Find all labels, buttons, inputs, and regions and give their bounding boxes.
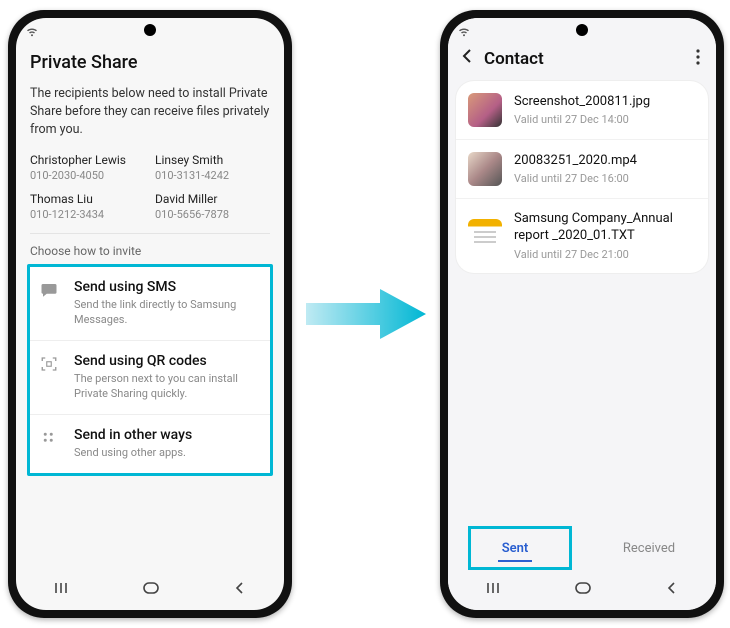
chat-icon — [40, 281, 62, 303]
file-row[interactable]: Screenshot_200811.jpg Valid until 27 Dec… — [456, 81, 708, 139]
recipient: David Miller 010-5656-7878 — [155, 192, 270, 221]
header-title: Contact — [484, 49, 690, 69]
front-camera-dot — [144, 24, 156, 36]
tab-received[interactable]: Received — [582, 529, 716, 568]
recipient-name: David Miller — [155, 192, 270, 206]
option-title: Send using SMS — [74, 279, 260, 295]
file-thumbnail — [468, 219, 502, 253]
recipient-number: 010-2030-4050 — [30, 169, 145, 182]
recipient-number: 010-3131-4242 — [155, 169, 270, 182]
recipient: Christopher Lewis 010-2030-4050 — [30, 153, 145, 182]
recipient-name: Thomas Liu — [30, 192, 145, 206]
page-title: Private Share — [30, 52, 270, 73]
nav-back-icon[interactable] — [233, 581, 247, 599]
phone-mockup-right: Contact Screenshot_200811.jpg Valid unti… — [440, 10, 724, 618]
page-description: The recipients below need to install Pri… — [30, 85, 270, 139]
arrow-icon — [306, 285, 426, 343]
tab-sent[interactable]: Sent — [448, 529, 582, 568]
wifi-icon — [458, 27, 470, 37]
recipient-name: Linsey Smith — [155, 153, 270, 167]
recipient: Linsey Smith 010-3131-4242 — [155, 153, 270, 182]
wifi-icon — [26, 27, 38, 37]
nav-home-icon[interactable] — [574, 581, 592, 599]
option-send-other[interactable]: Send in other ways Send using other apps… — [30, 414, 270, 473]
tabs: Sent Received — [448, 529, 716, 568]
option-sub: Send the link directly to Samsung Messag… — [74, 298, 260, 328]
file-row[interactable]: Samsung Company_Annual report _2020_01.T… — [456, 198, 708, 273]
option-send-qr[interactable]: Send using QR codes The person next to y… — [30, 340, 270, 414]
phone-mockup-left: Private Share The recipients below need … — [8, 10, 292, 618]
android-nav-bar — [16, 570, 284, 610]
nav-recents-icon[interactable] — [53, 581, 69, 599]
front-camera-dot — [576, 24, 588, 36]
back-icon[interactable] — [456, 48, 478, 69]
file-name: 20083251_2020.mp4 — [514, 153, 637, 170]
nav-recents-icon[interactable] — [485, 581, 501, 599]
file-card: Screenshot_200811.jpg Valid until 27 Dec… — [456, 81, 708, 273]
recipient-name: Christopher Lewis — [30, 153, 145, 167]
option-sub: Send using other apps. — [74, 446, 192, 461]
file-valid: Valid until 27 Dec 21:00 — [514, 248, 696, 261]
qr-icon — [40, 355, 62, 377]
choose-invite-label: Choose how to invite — [30, 244, 270, 258]
header: Contact — [448, 42, 716, 77]
file-valid: Valid until 27 Dec 16:00 — [514, 172, 637, 185]
divider — [30, 233, 270, 234]
apps-icon — [40, 429, 62, 451]
recipient-number: 010-1212-3434 — [30, 208, 145, 221]
android-nav-bar — [448, 570, 716, 610]
file-thumbnail — [468, 93, 502, 127]
option-title: Send using QR codes — [74, 353, 260, 369]
screen-right: Contact Screenshot_200811.jpg Valid unti… — [448, 18, 716, 610]
recipient-grid: Christopher Lewis 010-2030-4050 Linsey S… — [30, 153, 270, 221]
option-sub: The person next to you can install Priva… — [74, 372, 260, 402]
invite-options-highlight: Send using SMS Send the link directly to… — [27, 264, 273, 475]
option-title: Send in other ways — [74, 427, 192, 443]
file-name: Samsung Company_Annual report _2020_01.T… — [514, 211, 696, 245]
more-icon[interactable] — [690, 49, 706, 69]
option-send-sms[interactable]: Send using SMS Send the link directly to… — [30, 267, 270, 340]
file-name: Screenshot_200811.jpg — [514, 94, 650, 111]
file-valid: Valid until 27 Dec 14:00 — [514, 113, 650, 126]
file-thumbnail — [468, 152, 502, 186]
screen-left: Private Share The recipients below need … — [16, 18, 284, 610]
file-row[interactable]: 20083251_2020.mp4 Valid until 27 Dec 16:… — [456, 139, 708, 198]
recipient-number: 010-5656-7878 — [155, 208, 270, 221]
recipient: Thomas Liu 010-1212-3434 — [30, 192, 145, 221]
nav-back-icon[interactable] — [665, 581, 679, 599]
nav-home-icon[interactable] — [142, 581, 160, 599]
